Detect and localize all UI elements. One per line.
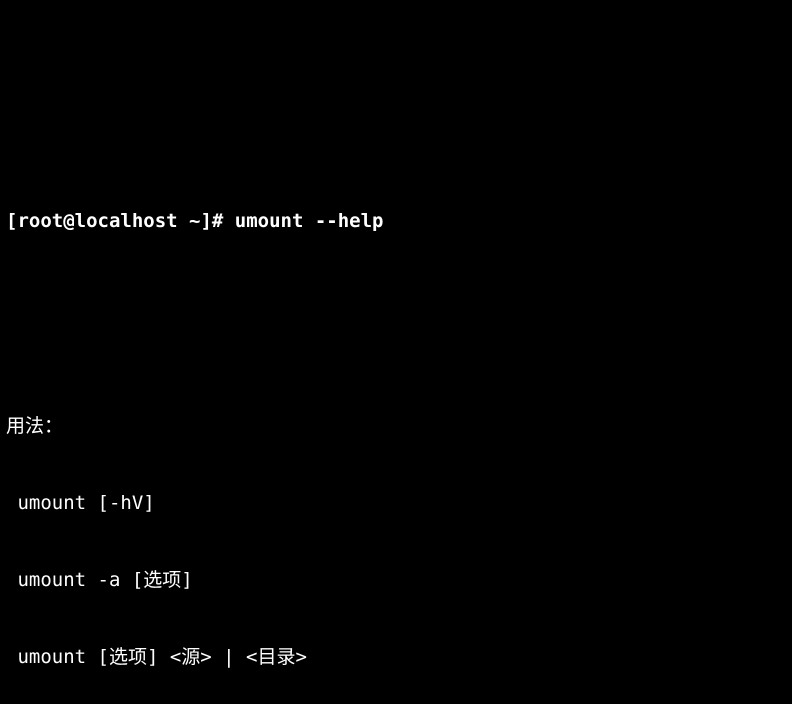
shell-prompt: [root@localhost ~]# (6, 209, 235, 235)
usage-line: umount -a [选项] (6, 568, 786, 594)
prompt-line: [root@localhost ~]# umount --help (6, 209, 786, 235)
entered-command: umount --help (235, 209, 384, 235)
blank-line (6, 312, 786, 338)
usage-line: umount [-hV] (6, 491, 786, 517)
terminal-screen[interactable]: [root@localhost ~]# umount --help 用法： um… (0, 128, 792, 704)
usage-header: 用法： (6, 414, 786, 440)
usage-line: umount [选项] <源> | <目录> (6, 645, 786, 671)
